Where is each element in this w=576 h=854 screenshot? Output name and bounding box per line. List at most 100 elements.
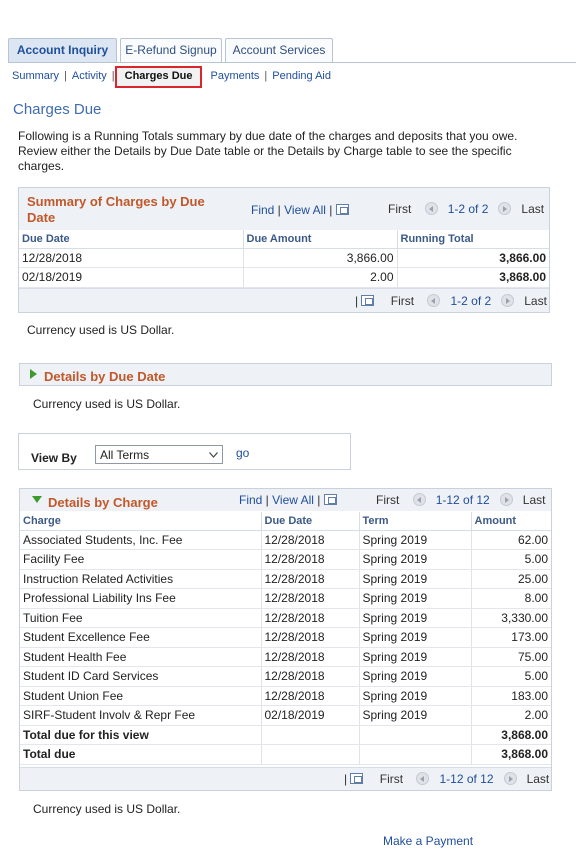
details-due-date-header[interactable]: Details by Due Date — [19, 363, 552, 386]
cell-charge: SIRF-Student Involv & Repr Fee — [20, 705, 262, 726]
summary-range: 1-2 of 2 — [447, 202, 489, 216]
view-by-box: View By All Terms go — [18, 433, 351, 470]
prev-arrow-icon[interactable] — [427, 294, 441, 307]
summary-grid-pager: First 1-2 of 2 Last — [388, 202, 544, 216]
summary-grid-title: Summary of Charges by Due Date — [27, 194, 205, 225]
subnav-charges-due[interactable]: Charges Due — [114, 66, 203, 88]
details-last-label: Last — [522, 493, 546, 507]
summary-grid-nav: Find | View All | — [251, 203, 349, 217]
total-due-row: Total due 3,868.00 — [20, 744, 551, 765]
cell-running-total: 3,868.00 — [397, 267, 549, 288]
view-by-label: View By — [31, 451, 77, 465]
table-row: Instruction Related Activities 12/28/2018… — [20, 569, 551, 589]
table-row: Student Excellence Fee 12/28/2018 Spring 2… — [20, 627, 551, 648]
cell-due-date: 12/28/2018 — [261, 686, 360, 706]
col-term: Term — [359, 512, 472, 531]
table-row: Tuition Fee 12/28/2018 Spring 2019 3,330.00 — [20, 608, 551, 628]
cell-charge: Student Union Fee — [20, 686, 262, 706]
prev-arrow-icon[interactable] — [416, 772, 430, 785]
table-row: Student Union Fee 12/28/2018 Spring 2019 18… — [20, 686, 551, 706]
cell-due-date: 12/28/2018 — [261, 530, 360, 550]
col-amount: Amount — [471, 512, 551, 531]
tab-e-refund-signup[interactable]: E-Refund Signup — [120, 38, 222, 62]
cell-amount: 2.00 — [471, 705, 551, 726]
empty-cell — [261, 725, 360, 745]
total-value: 3,868.00 — [471, 725, 551, 745]
cell-due-date: 12/28/2018 — [261, 647, 360, 667]
summary-footer-first: First — [390, 294, 415, 308]
cell-due-date: 12/28/2018 — [19, 248, 244, 268]
cell-amount: 8.00 — [471, 588, 551, 609]
empty-cell — [359, 744, 472, 765]
details-charge-title[interactable]: Details by Charge — [48, 495, 158, 510]
cell-due-date: 02/18/2019 — [261, 705, 360, 726]
cell-term: Spring 2019 — [359, 686, 472, 706]
summary-table: Due Date Due Amount Running Total 12/28/… — [19, 230, 549, 288]
details-charge-grid: Details by Charge Find | View All | Firs… — [19, 488, 552, 791]
subnav-payments[interactable]: Payments — [210, 70, 259, 82]
cell-term: Spring 2019 — [359, 530, 472, 550]
table-header-row: Charge Due Date Term Amount — [20, 512, 551, 531]
next-arrow-icon[interactable] — [503, 772, 517, 785]
summary-grid-footer: | First 1-2 of 2 Last — [19, 288, 549, 312]
details-find-link[interactable]: Find — [239, 493, 262, 507]
details-charge-table: Charge Due Date Term Amount Associated S… — [20, 512, 551, 765]
empty-cell — [359, 725, 472, 745]
cell-charge: Facility Fee — [20, 549, 262, 570]
details-charge-pager: First 1-12 of 12 Last — [376, 493, 545, 507]
prev-arrow-icon[interactable] — [424, 202, 438, 215]
cell-due-date: 12/28/2018 — [261, 666, 360, 687]
go-link[interactable]: go — [236, 446, 249, 460]
total-label: Total due — [20, 744, 262, 765]
cell-amount: 183.00 — [471, 686, 551, 706]
cell-due-date: 12/28/2018 — [261, 569, 360, 589]
table-row: Professional Liability Ins Fee 12/28/2018… — [20, 588, 551, 609]
details-footer-first: First — [379, 772, 404, 786]
view-by-select[interactable]: All Terms — [95, 445, 223, 464]
subnav-summary[interactable]: Summary — [12, 70, 59, 82]
cell-term: Spring 2019 — [359, 627, 472, 648]
table-row: Student ID Card Services 12/28/2018 Spring… — [20, 666, 551, 687]
next-arrow-icon[interactable] — [501, 294, 515, 307]
cell-term: Spring 2019 — [359, 569, 472, 589]
table-row: 12/28/2018 3,866.00 3,866.00 — [19, 248, 549, 268]
cell-amount: 173.00 — [471, 627, 551, 648]
currency-note: Currency used is US Dollar. — [33, 802, 181, 816]
summary-view-all-link[interactable]: View All — [284, 203, 326, 217]
subnav-activity[interactable]: Activity — [72, 70, 107, 82]
details-due-date-title[interactable]: Details by Due Date — [44, 369, 165, 384]
currency-note: Currency used is US Dollar. — [33, 397, 181, 411]
subnav-pending-aid[interactable]: Pending Aid — [272, 70, 331, 82]
popup-icon[interactable] — [335, 204, 349, 215]
cell-amount: 25.00 — [471, 569, 551, 589]
collapse-triangle-icon[interactable] — [32, 496, 42, 503]
details-view-all-link[interactable]: View All — [272, 493, 314, 507]
prev-arrow-icon[interactable] — [412, 493, 426, 506]
cell-term: Spring 2019 — [359, 549, 472, 570]
next-arrow-icon[interactable] — [499, 493, 513, 506]
cell-due-date: 12/28/2018 — [261, 608, 360, 628]
cell-due-amount: 3,866.00 — [243, 248, 398, 268]
tab-account-services[interactable]: Account Services — [225, 38, 333, 62]
cell-charge: Student Excellence Fee — [20, 627, 262, 648]
col-due-date: Due Date — [261, 512, 360, 531]
summary-find-link[interactable]: Find — [251, 203, 274, 217]
summary-footer-last: Last — [524, 294, 547, 308]
details-first-label: First — [376, 493, 400, 507]
table-row: Student Health Fee 12/28/2018 Spring 2019 7… — [20, 647, 551, 667]
make-payment-link[interactable]: Make a Payment — [383, 834, 473, 848]
tab-account-inquiry[interactable]: Account Inquiry — [8, 38, 117, 63]
details-charge-nav: Find | View All | — [239, 493, 337, 507]
cell-due-date: 02/18/2019 — [19, 267, 244, 288]
details-charge-footer: | First 1-12 of 12 Last — [20, 767, 551, 790]
col-due-amount: Due Amount — [243, 230, 398, 249]
cell-amount: 3,330.00 — [471, 608, 551, 628]
expand-triangle-icon[interactable] — [30, 369, 37, 379]
popup-icon[interactable] — [350, 773, 364, 784]
cell-term: Spring 2019 — [359, 588, 472, 609]
cell-amount: 62.00 — [471, 530, 551, 550]
next-arrow-icon[interactable] — [498, 202, 512, 215]
total-value: 3,868.00 — [471, 744, 551, 765]
popup-icon[interactable] — [323, 494, 337, 505]
popup-icon[interactable] — [361, 295, 375, 306]
